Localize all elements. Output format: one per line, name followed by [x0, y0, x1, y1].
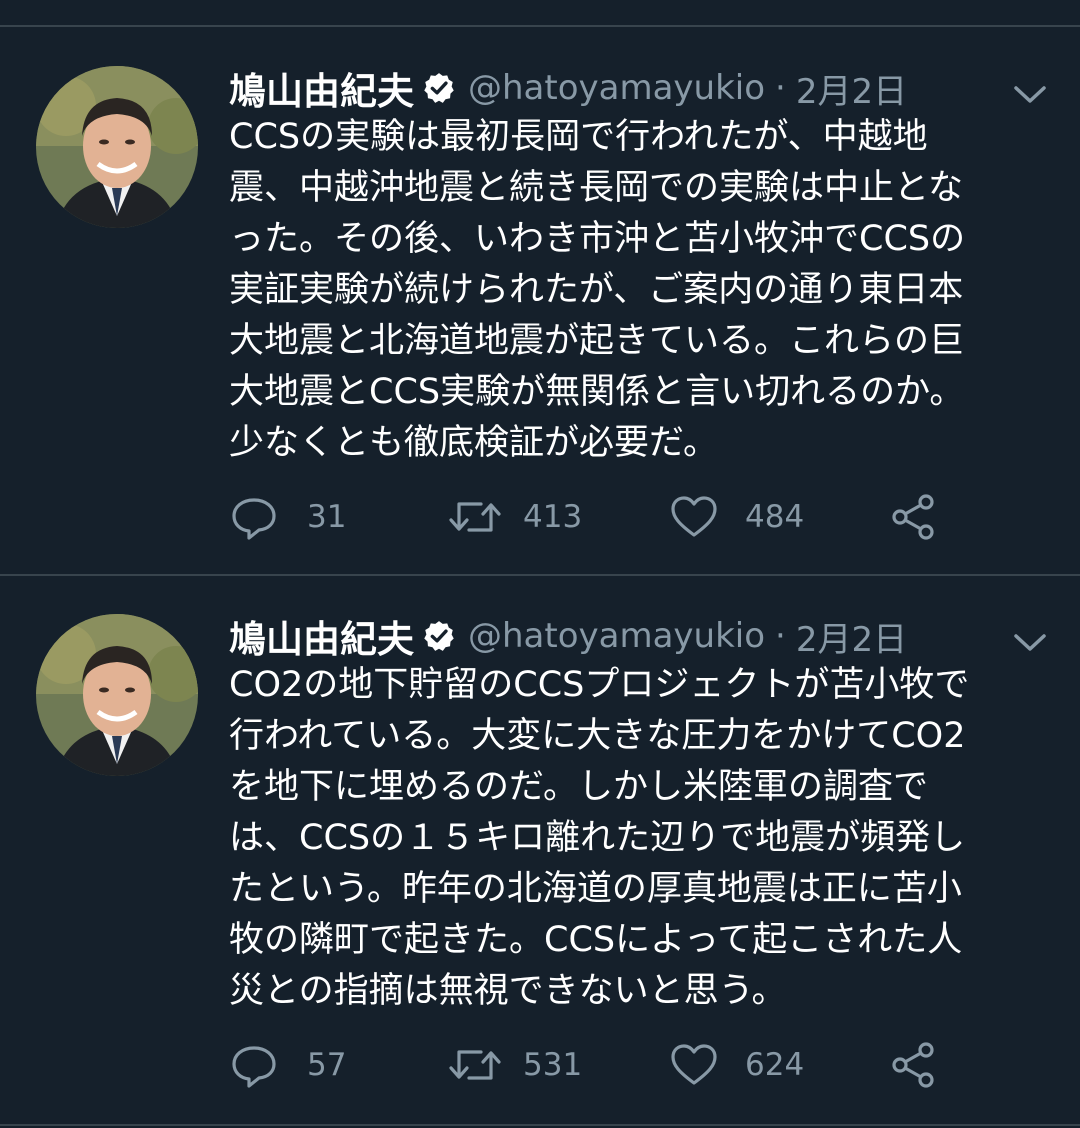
like-button[interactable]: 484	[669, 487, 804, 547]
tweet-date[interactable]: 2月2日	[796, 612, 907, 661]
divider	[0, 1124, 1080, 1126]
tweet-text-line: 牧の隣町で起きた。CCSによって起こされた人	[229, 920, 963, 960]
tweet-header: 鳩山由紀夫 @hatoyamayukio · 2月2日	[229, 62, 907, 114]
tweet-text-line: 実証実験が続けられたが、ご案内の通り東日本	[229, 270, 964, 310]
reply-button[interactable]: 31	[229, 487, 346, 547]
tweet-text-line: CO2の地下貯留のCCSプロジェクトが苫小牧で	[229, 665, 970, 705]
retweet-icon	[447, 492, 503, 542]
reply-count: 57	[307, 1047, 347, 1083]
retweet-button[interactable]: 413	[447, 487, 582, 547]
tweet-date[interactable]: 2月2日	[796, 64, 907, 113]
tweet-header: 鳩山由紀夫 @hatoyamayukio · 2月2日	[229, 610, 907, 662]
retweet-icon	[447, 1040, 503, 1090]
share-icon	[889, 1040, 939, 1090]
separator-dot: ·	[775, 616, 786, 656]
tweet-text-line: 災との指摘は無視できないと思う。	[229, 971, 787, 1011]
like-icon	[669, 1040, 719, 1090]
tweet-text: CO2の地下貯留のCCSプロジェクトが苫小牧で 行われている。大変に大きな圧力を…	[229, 660, 1039, 1017]
author-name[interactable]: 鳩山由紀夫	[229, 61, 414, 115]
like-count: 624	[745, 1047, 805, 1083]
tweet-text-line: 震、中越沖地震と続き長岡での実験は中止とな	[229, 168, 963, 208]
tweet-actions: 57 531 624	[229, 1035, 989, 1095]
share-button[interactable]	[889, 487, 939, 547]
reply-icon	[229, 492, 279, 542]
tweet-text-line: たという。昨年の北海道の厚真地震は正に苫小	[229, 869, 962, 909]
author-handle[interactable]: @hatoyamayukio	[468, 616, 765, 656]
like-icon	[669, 492, 719, 542]
author-name[interactable]: 鳩山由紀夫	[229, 609, 414, 663]
separator-dot: ·	[775, 68, 786, 108]
share-button[interactable]	[889, 1035, 939, 1095]
verified-badge-icon	[422, 71, 456, 105]
tweet-card[interactable]: 鳩山由紀夫 @hatoyamayukio · 2月2日 CCSの実験は最初長岡で…	[0, 62, 1080, 562]
divider	[0, 574, 1080, 576]
retweet-count: 531	[523, 1047, 583, 1083]
retweet-button[interactable]: 531	[447, 1035, 582, 1095]
reply-count: 31	[307, 499, 347, 535]
chevron-down-icon[interactable]	[1010, 80, 1050, 110]
chevron-down-icon[interactable]	[1010, 628, 1050, 658]
tweet-actions: 31 413 484	[229, 487, 989, 547]
tweet-card[interactable]: 鳩山由紀夫 @hatoyamayukio · 2月2日 CO2の地下貯留のCCS…	[0, 610, 1080, 1110]
timeline-feed: 鳩山由紀夫 @hatoyamayukio · 2月2日 CCSの実験は最初長岡で…	[0, 0, 1080, 1128]
reply-icon	[229, 1040, 279, 1090]
reply-button[interactable]: 57	[229, 1035, 346, 1095]
tweet-text-line: った。その後、いわき市沖と苫小牧沖でCCSの	[229, 219, 966, 259]
author-handle[interactable]: @hatoyamayukio	[468, 68, 765, 108]
divider	[0, 25, 1080, 27]
tweet-text-line: CCSの実験は最初長岡で行われたが、中越地	[229, 117, 928, 157]
tweet-text-line: 大地震と北海道地震が起きている。これらの巨	[229, 321, 965, 361]
like-count: 484	[745, 499, 805, 535]
like-button[interactable]: 624	[669, 1035, 804, 1095]
tweet-text-line: は、CCSの１５キロ離れた辺りで地震が頻発し	[229, 818, 966, 858]
avatar[interactable]	[36, 66, 198, 228]
tweet-text-line: 行われている。大変に大きな圧力をかけてCO2	[229, 716, 966, 756]
tweet-text-line: を地下に埋めるのだ。しかし米陸軍の調査で	[229, 767, 928, 807]
tweet-text-line: 大地震とCCS実験が無関係と言い切れるのか。	[229, 372, 965, 412]
tweet-text: CCSの実験は最初長岡で行われたが、中越地 震、中越沖地震と続き長岡での実験は中…	[229, 112, 1039, 469]
tweet-text-line: 少なくとも徹底検証が必要だ。	[229, 423, 718, 463]
verified-badge-icon	[422, 619, 456, 653]
retweet-count: 413	[523, 499, 583, 535]
avatar[interactable]	[36, 614, 198, 776]
share-icon	[889, 492, 939, 542]
